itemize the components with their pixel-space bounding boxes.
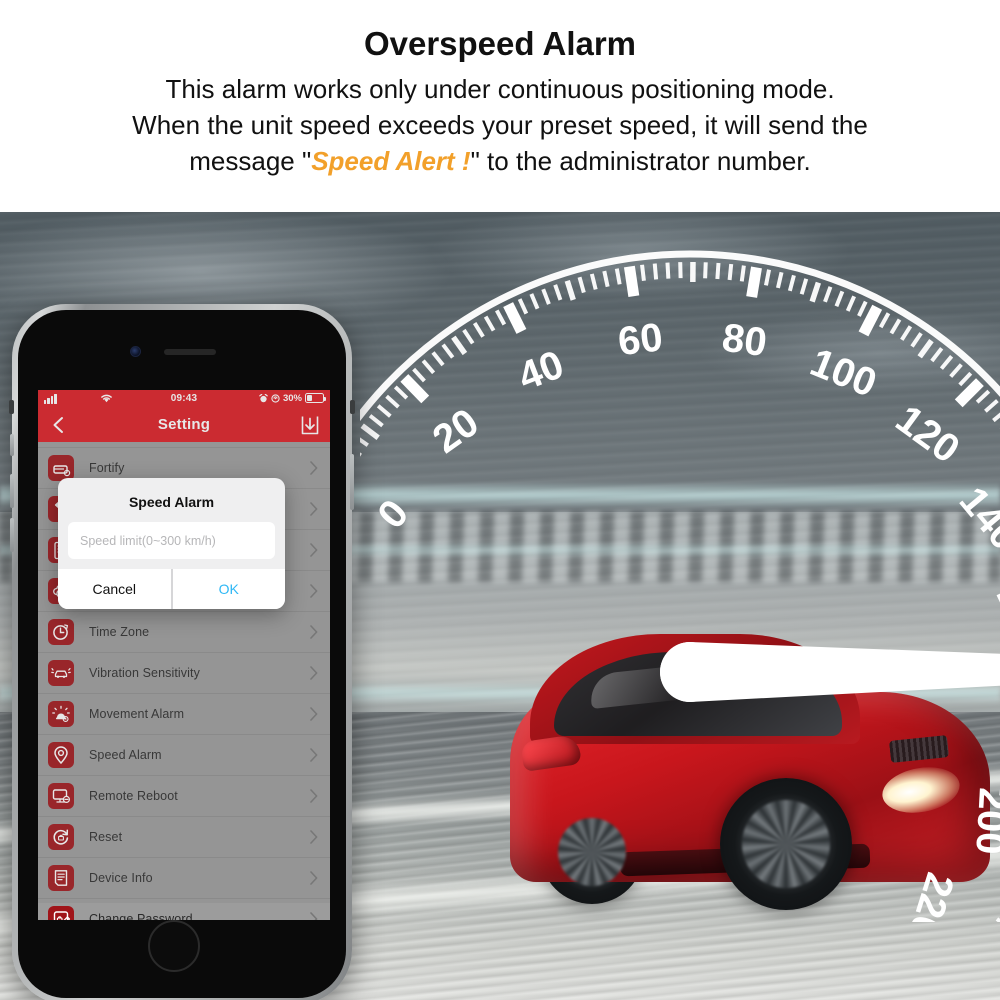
- list-item-label: Vibration Sensitivity: [89, 666, 200, 680]
- list-item-label: Time Zone: [89, 625, 150, 639]
- change-password-icon: [48, 906, 74, 920]
- scene-photo: 020406080100120140160180200220240 Restor…: [0, 212, 1000, 1000]
- device-info-icon: [48, 865, 74, 891]
- dialog-buttons: Cancel OK: [58, 569, 285, 609]
- chevron-right-icon: [310, 830, 318, 844]
- home-button[interactable]: [148, 920, 200, 972]
- chevron-right-icon: [310, 461, 318, 475]
- location-pin-icon: [48, 742, 74, 768]
- chevron-right-icon: [310, 502, 318, 516]
- smartphone-mockup: Restore FuelFortifyDismissMileageTime Se…: [9, 304, 355, 1000]
- page-root: Overspeed Alarm This alarm works only un…: [0, 0, 1000, 1000]
- list-item[interactable]: Reset: [38, 817, 330, 858]
- antenna-band-right: [350, 400, 355, 414]
- reset-circle-icon: [48, 824, 74, 850]
- description-line-3: message "Speed Alert !" to the administr…: [0, 144, 1000, 180]
- chevron-right-icon: [310, 912, 318, 920]
- navbar-title: Setting: [157, 416, 211, 433]
- list-item[interactable]: Movement Alarm: [38, 694, 330, 735]
- download-button[interactable]: [300, 415, 320, 435]
- description-line-3-suffix: " to the administrator number.: [470, 145, 811, 176]
- list-item[interactable]: Device Info: [38, 858, 330, 899]
- list-item-label: Fortify: [89, 461, 125, 475]
- status-bar: 09:43 30%: [38, 390, 330, 407]
- battery-icon: [305, 393, 326, 403]
- volume-down-button[interactable]: [10, 518, 14, 552]
- list-item[interactable]: Change Password: [38, 899, 330, 920]
- rear-rim: [558, 818, 626, 886]
- antenna-band-left: [9, 400, 14, 414]
- front-camera-icon: [130, 346, 141, 357]
- power-button[interactable]: [350, 454, 354, 510]
- phone-screen: Restore FuelFortifyDismissMileageTime Se…: [38, 390, 330, 920]
- list-item[interactable]: Remote Reboot: [38, 776, 330, 817]
- description-line-2: When the unit speed exceeds your preset …: [132, 109, 868, 140]
- chevron-right-icon: [310, 748, 318, 762]
- rotation-lock-icon: [271, 393, 280, 403]
- mute-switch[interactable]: [10, 434, 14, 456]
- vibration-car-icon: [48, 660, 74, 686]
- header-description: This alarm works only under continuous p…: [0, 72, 1000, 179]
- remote-reboot-icon: [48, 783, 74, 809]
- chevron-right-icon: [310, 871, 318, 885]
- speed-limit-input[interactable]: Speed limit(0~300 km/h): [68, 522, 275, 559]
- list-item[interactable]: Time Zone: [38, 612, 330, 653]
- status-bar-right: 30%: [259, 392, 326, 404]
- list-item-label: Speed Alarm: [89, 748, 162, 762]
- chevron-right-icon: [310, 584, 318, 598]
- cancel-button[interactable]: Cancel: [58, 569, 171, 609]
- earpiece-speaker: [164, 349, 216, 355]
- speed-alert-highlight: Speed Alert !: [311, 145, 471, 176]
- dialog-title: Speed Alarm: [128, 494, 215, 510]
- chevron-right-icon: [310, 707, 318, 721]
- volume-up-button[interactable]: [10, 474, 14, 508]
- list-item-label: Movement Alarm: [89, 707, 185, 721]
- navigation-bar: Setting: [38, 407, 330, 442]
- speed-limit-placeholder: Speed limit(0~300 km/h): [80, 533, 216, 548]
- speed-alarm-dialog: Speed Alarm Speed limit(0~300 km/h) Canc…: [58, 478, 285, 609]
- timezone-clock-icon: [48, 619, 74, 645]
- list-item-label: Remote Reboot: [89, 789, 178, 803]
- chevron-right-icon: [310, 543, 318, 557]
- header-block: Overspeed Alarm This alarm works only un…: [0, 0, 1000, 212]
- chevron-right-icon: [310, 789, 318, 803]
- ok-button[interactable]: OK: [172, 569, 285, 609]
- list-item-label: Change Password: [89, 912, 193, 920]
- red-sports-car: [470, 542, 1000, 982]
- battery-percent-label: 30%: [282, 392, 302, 404]
- alarm-clock-icon: [259, 393, 268, 402]
- list-item[interactable]: Speed Alarm: [38, 735, 330, 776]
- list-item[interactable]: Vibration Sensitivity: [38, 653, 330, 694]
- alarm-bell-icon: [48, 701, 74, 727]
- list-item-label: Device Info: [89, 871, 153, 885]
- front-rim: [742, 800, 830, 888]
- page-title: Overspeed Alarm: [363, 25, 637, 62]
- description-line-3-prefix: message ": [189, 145, 312, 176]
- list-item-label: Reset: [89, 830, 123, 844]
- description-line-1: This alarm works only under continuous p…: [165, 74, 835, 105]
- chevron-right-icon: [310, 666, 318, 680]
- chevron-right-icon: [310, 625, 318, 639]
